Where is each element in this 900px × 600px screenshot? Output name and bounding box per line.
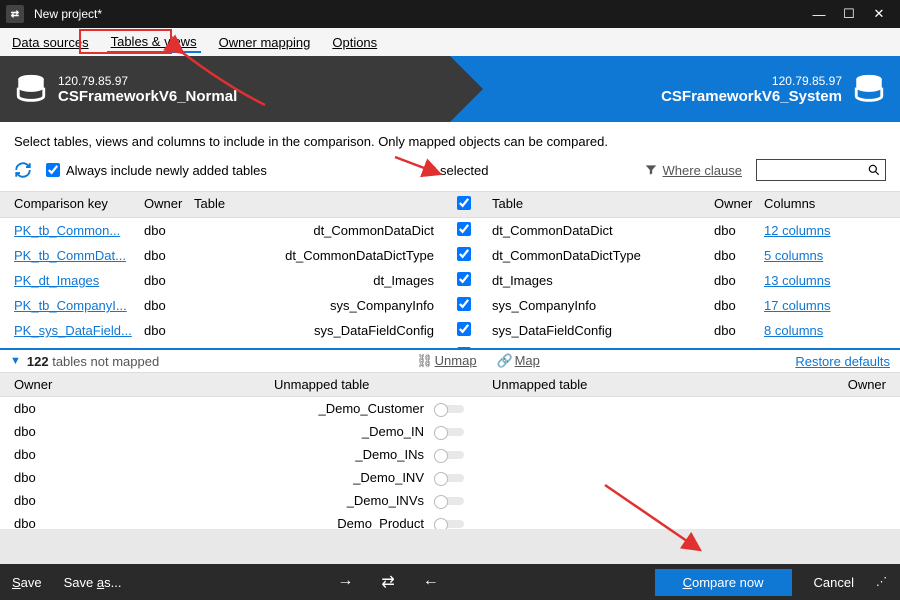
- resize-grip-icon[interactable]: ⋰: [876, 575, 888, 590]
- columns-link[interactable]: 8 columns: [764, 323, 844, 338]
- columns-link[interactable]: 13 columns: [764, 273, 844, 288]
- search-input[interactable]: [756, 159, 886, 181]
- nav-prev-icon[interactable]: ←: [423, 572, 439, 592]
- app-icon: ⇄: [6, 5, 24, 23]
- table-row[interactable]: PK_sys_DataField...dbosys_DataFieldConfi…: [0, 318, 900, 343]
- tab-owner-mapping[interactable]: Owner mapping: [215, 33, 315, 52]
- comparison-key-link[interactable]: PK_tb_CompanyI...: [14, 298, 144, 313]
- search-icon: [867, 163, 881, 177]
- table-row[interactable]: PK_dt_Imagesdbodt_Imagesdt_Imagesdbo13 c…: [0, 268, 900, 293]
- selected-count: 12 selected: [422, 163, 489, 178]
- list-item[interactable]: dbo_Demo_Product: [0, 512, 900, 529]
- restore-defaults-button[interactable]: Restore defaults: [795, 354, 890, 369]
- compare-now-button[interactable]: Compare now: [655, 569, 792, 596]
- map-button[interactable]: 🔗Map: [495, 353, 540, 369]
- grid-header: Comparison key Owner Table Table Owner C…: [0, 191, 900, 218]
- refresh-icon[interactable]: [14, 161, 32, 179]
- target-db-name: CSFrameworkV6_System: [661, 88, 842, 105]
- nav-next-icon[interactable]: →: [337, 572, 353, 592]
- table-row[interactable]: PK_tb_Common...dbodt_CommonDataDictdt_Co…: [0, 218, 900, 243]
- map-slider[interactable]: [434, 451, 464, 459]
- select-all-checkbox[interactable]: [457, 196, 471, 210]
- map-slider[interactable]: [434, 405, 464, 413]
- close-button[interactable]: ✕: [864, 6, 894, 22]
- source-db-name: CSFrameworkV6_Normal: [58, 88, 237, 105]
- list-item[interactable]: dbo_Demo_Customer: [0, 397, 900, 420]
- database-icon: [852, 72, 886, 106]
- comparison-key-link[interactable]: PK_tb_CommDat...: [14, 248, 144, 263]
- comparison-key-link[interactable]: PK_tb_Common...: [14, 223, 144, 238]
- unmapped-body: dbo_Demo_Customerdbo_Demo_INdbo_Demo_INs…: [0, 397, 900, 529]
- tab-data-sources[interactable]: Data sources: [8, 33, 93, 52]
- chevron-down-icon[interactable]: ▼: [10, 355, 21, 367]
- footer: Save Save as... → ⇄ ← Compare now Cancel…: [0, 564, 900, 600]
- always-include-checkbox[interactable]: Always include newly added tables: [46, 163, 267, 178]
- funnel-icon: [644, 163, 658, 177]
- target-connection: 120.79.85.97 CSFrameworkV6_System: [450, 56, 900, 122]
- unmapped-summary-bar: ▼ 122 tables not mapped ⛓Unmap 🔗Map Rest…: [0, 348, 900, 373]
- row-checkbox[interactable]: [457, 297, 471, 311]
- unmap-button[interactable]: ⛓Unmap: [415, 353, 477, 369]
- titlebar: ⇄ New project* — ☐ ✕: [0, 0, 900, 28]
- list-item[interactable]: dbo_Demo_INVs: [0, 489, 900, 512]
- row-checkbox[interactable]: [457, 322, 471, 336]
- row-checkbox[interactable]: [457, 222, 471, 236]
- save-button[interactable]: Save: [12, 575, 42, 590]
- map-slider[interactable]: [434, 497, 464, 505]
- comparison-key-link[interactable]: PK_dt_Images: [14, 273, 144, 288]
- source-ip: 120.79.85.97: [58, 74, 237, 88]
- row-checkbox[interactable]: [457, 347, 471, 348]
- table-row[interactable]: PK_sys_DataSNdbosys_DataSNsys_DataSNdbo7…: [0, 343, 900, 348]
- source-connection: 120.79.85.97 CSFrameworkV6_Normal: [0, 56, 450, 122]
- map-slider[interactable]: [434, 428, 464, 436]
- list-item[interactable]: dbo_Demo_IN: [0, 420, 900, 443]
- menubar: Data sources Tables & views Owner mappin…: [0, 28, 900, 56]
- connection-header: 120.79.85.97 CSFrameworkV6_Normal 120.79…: [0, 56, 900, 122]
- columns-link[interactable]: 17 columns: [764, 298, 844, 313]
- table-row[interactable]: PK_tb_CommDat...dbodt_CommonDataDictType…: [0, 243, 900, 268]
- map-slider[interactable]: [434, 520, 464, 528]
- window-title: New project*: [34, 7, 804, 21]
- maximize-button[interactable]: ☐: [834, 6, 864, 22]
- grid-body: PK_tb_Common...dbodt_CommonDataDictdt_Co…: [0, 218, 900, 348]
- map-slider[interactable]: [434, 474, 464, 482]
- toolbar: Always include newly added tables 12 sel…: [0, 153, 900, 191]
- minimize-button[interactable]: —: [804, 7, 834, 22]
- unmapped-header: Owner Unmapped table Unmapped table Owne…: [0, 373, 900, 397]
- columns-link[interactable]: 12 columns: [764, 223, 844, 238]
- comparison-key-link[interactable]: PK_sys_DataField...: [14, 323, 144, 338]
- tab-tables-views[interactable]: Tables & views: [107, 32, 201, 53]
- row-checkbox[interactable]: [457, 247, 471, 261]
- columns-link[interactable]: 5 columns: [764, 248, 844, 263]
- database-icon: [14, 72, 48, 106]
- table-row[interactable]: PK_tb_CompanyI...dbosys_CompanyInfosys_C…: [0, 293, 900, 318]
- nav-swap-icon[interactable]: ⇄: [381, 572, 394, 592]
- list-item[interactable]: dbo_Demo_INV: [0, 466, 900, 489]
- list-item[interactable]: dbo_Demo_INs: [0, 443, 900, 466]
- tab-options[interactable]: Options: [328, 33, 381, 52]
- target-ip: 120.79.85.97: [661, 74, 842, 88]
- where-clause-button[interactable]: Where clause: [644, 163, 742, 178]
- row-checkbox[interactable]: [457, 272, 471, 286]
- always-include-input[interactable]: [46, 163, 60, 177]
- save-as-button[interactable]: Save as...: [64, 575, 122, 590]
- cancel-button[interactable]: Cancel: [814, 575, 854, 590]
- instruction-text: Select tables, views and columns to incl…: [0, 122, 900, 153]
